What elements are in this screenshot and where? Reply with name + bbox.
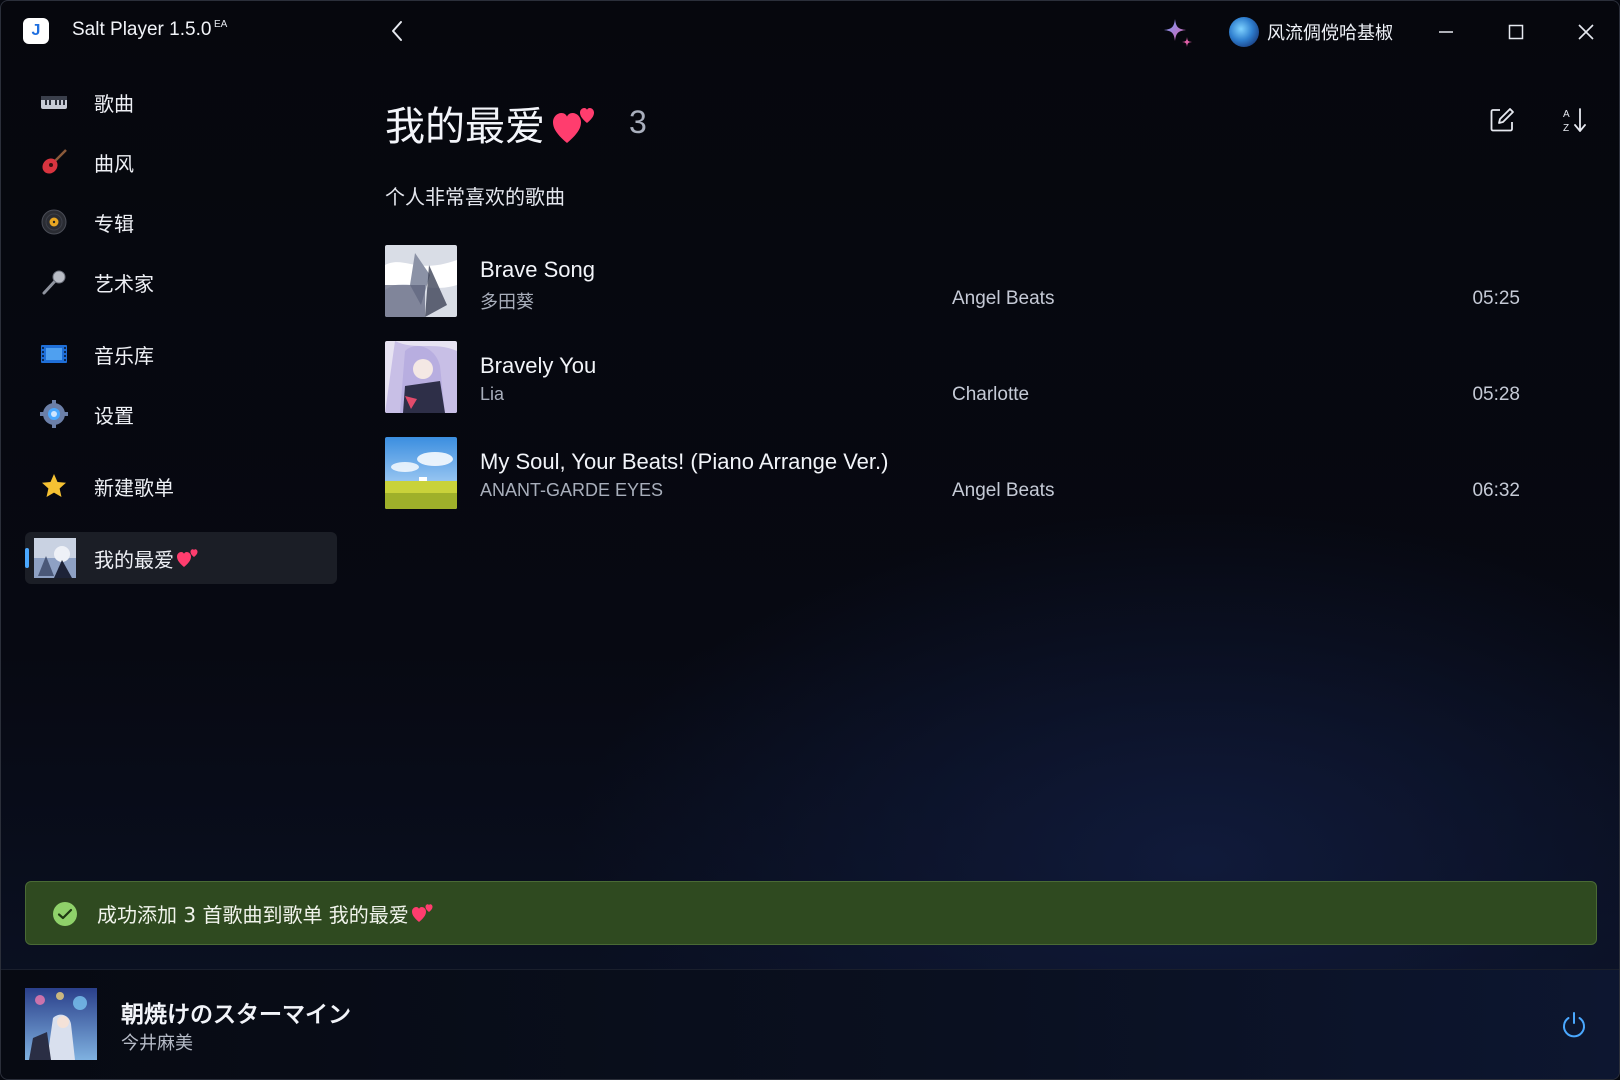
- album-cover: [385, 341, 457, 413]
- song-row[interactable]: My Soul, Your Beats! (Piano Arrange Ver.…: [385, 437, 1555, 513]
- song-count: 3: [629, 104, 647, 140]
- microphone-icon: [42, 270, 66, 295]
- playlist-cover-icon: [34, 538, 76, 578]
- song-artist: 多田葵: [480, 292, 534, 312]
- chevron-left-icon: [392, 21, 402, 41]
- song-album: Angel Beats: [952, 288, 1055, 309]
- sidebar-item-albums[interactable]: 专辑: [25, 196, 337, 248]
- app-window: J Salt Player 1.5.0 EA 风流倜傥哈基椒 歌曲 曲风 专辑 …: [0, 0, 1620, 1080]
- sidebar-item-label: 专辑: [94, 211, 134, 236]
- power-icon[interactable]: [1559, 1010, 1589, 1040]
- app-title: Salt Player 1.5.0: [72, 19, 212, 40]
- maximize-button[interactable]: [1501, 17, 1531, 47]
- song-row[interactable]: Brave Song 多田葵 Angel Beats 05:25: [385, 245, 1555, 321]
- close-button[interactable]: [1571, 17, 1601, 47]
- album-art-image: [385, 437, 457, 509]
- song-row[interactable]: Bravely You Lia Charlotte 05:28: [385, 341, 1555, 417]
- user-account[interactable]: 风流倜傥哈基椒: [1229, 15, 1393, 49]
- active-indicator: [25, 548, 29, 568]
- sort-button[interactable]: A Z: [1559, 105, 1589, 135]
- song-duration: 05:25: [1472, 288, 1520, 309]
- vinyl-icon: [41, 209, 67, 235]
- star-icon: [42, 474, 66, 497]
- sidebar-item-genres[interactable]: 曲风: [25, 136, 337, 188]
- album-art-image: [385, 245, 457, 317]
- song-artist: ANANT-GARDE EYES: [480, 480, 664, 500]
- sidebar-item-new-playlist[interactable]: 新建歌单: [25, 460, 337, 512]
- song-duration: 05:28: [1472, 384, 1520, 405]
- sidebar-item-artists[interactable]: 艺术家: [25, 256, 337, 308]
- piano-icon: [41, 96, 67, 109]
- close-icon: [1578, 24, 1594, 40]
- sidebar-item-label: 设置: [94, 403, 134, 428]
- now-playing-cover[interactable]: [25, 988, 97, 1060]
- success-toast: 成功添加 3 首歌曲到歌单 我的最爱: [25, 881, 1597, 945]
- song-album: Angel Beats: [952, 480, 1055, 501]
- minimize-icon: [1439, 31, 1453, 33]
- playlist-description: 个人非常喜欢的歌曲: [385, 185, 565, 209]
- guitar-icon: [42, 149, 67, 174]
- two-hearts-icon: [411, 904, 433, 922]
- sparkle-icon: [1164, 19, 1192, 47]
- edit-icon: [1490, 108, 1514, 132]
- back-button[interactable]: [385, 18, 409, 44]
- album-art-image: [385, 341, 457, 413]
- sidebar-item-label: 歌曲: [94, 91, 134, 116]
- title-bar: J Salt Player 1.5.0 EA 风流倜傥哈基椒: [1, 1, 1619, 63]
- toast-message: 成功添加 3 首歌曲到歌单 我的最爱: [97, 899, 435, 928]
- song-duration: 06:32: [1472, 480, 1520, 501]
- song-title: Brave Song: [480, 257, 595, 282]
- song-title: My Soul, Your Beats! (Piano Arrange Ver.…: [480, 449, 889, 474]
- film-strip-icon: [41, 345, 67, 363]
- two-hearts-icon: [553, 108, 594, 143]
- sidebar-item-label: 新建歌单: [94, 475, 174, 500]
- user-avatar: [1229, 17, 1259, 47]
- sidebar-item-label: 音乐库: [94, 343, 154, 368]
- ai-sparkle-button[interactable]: [1161, 16, 1195, 50]
- now-playing-bar[interactable]: 朝焼けのスターマイン 今井麻美: [1, 969, 1619, 1079]
- gear-icon: [40, 400, 68, 428]
- sort-az-icon: A Z: [1563, 108, 1586, 134]
- app-badge: EA: [214, 19, 228, 30]
- sidebar-item-label: 曲风: [94, 151, 134, 176]
- svg-text:Z: Z: [1563, 123, 1569, 134]
- page-title: 我的最爱: [385, 94, 599, 152]
- song-artist: Lia: [480, 384, 505, 404]
- song-album: Charlotte: [952, 384, 1030, 405]
- sidebar-item-songs[interactable]: 歌曲: [25, 76, 337, 128]
- sidebar-item-favorites[interactable]: 我的最爱: [25, 532, 337, 584]
- album-art-image: [25, 988, 97, 1060]
- album-cover: [385, 437, 457, 509]
- sidebar-item-library[interactable]: 音乐库: [25, 328, 337, 380]
- song-title: Bravely You: [480, 353, 597, 378]
- album-cover: [385, 245, 457, 317]
- minimize-button[interactable]: [1431, 17, 1461, 47]
- check-circle-icon: [53, 902, 77, 926]
- now-playing-artist: 今井麻美: [121, 1033, 193, 1054]
- two-hearts-icon: [177, 549, 198, 567]
- edit-playlist-button[interactable]: [1487, 105, 1517, 135]
- user-name: 风流倜傥哈基椒: [1267, 23, 1393, 44]
- app-logo: J: [23, 18, 49, 44]
- svg-text:A: A: [1563, 109, 1570, 120]
- sidebar-item-label: 艺术家: [94, 271, 154, 296]
- maximize-icon: [1508, 24, 1524, 40]
- sidebar-item-label: 我的最爱: [94, 544, 200, 573]
- now-playing-title: 朝焼けのスターマイン: [121, 1002, 351, 1028]
- sidebar-item-settings[interactable]: 设置: [25, 388, 337, 440]
